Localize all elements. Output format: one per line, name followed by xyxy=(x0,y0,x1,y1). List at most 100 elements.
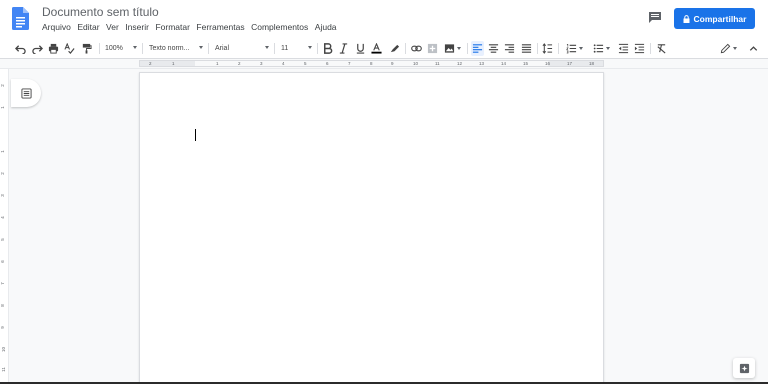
vruler-mark: 8 xyxy=(0,304,5,307)
insert-link-button[interactable] xyxy=(410,41,423,56)
toolbar-separator xyxy=(467,43,468,54)
font-value: Arial xyxy=(215,45,230,52)
chevron-up-icon xyxy=(749,46,758,51)
spellcheck-icon xyxy=(64,43,75,54)
share-button[interactable]: Compartilhar xyxy=(674,8,755,29)
menu-inserir[interactable]: Inserir xyxy=(125,22,149,32)
chevron-down-icon xyxy=(308,46,312,49)
explore-button[interactable] xyxy=(733,358,755,378)
menu-ferramentas[interactable]: Ferramentas xyxy=(196,22,244,32)
toolbar-separator xyxy=(558,43,559,54)
numbered-list-icon xyxy=(565,44,576,54)
document-outline-button[interactable] xyxy=(11,79,41,107)
toolbar-separator xyxy=(142,43,143,54)
highlight-color-button[interactable] xyxy=(388,41,400,56)
ruler-mark: 4 xyxy=(282,61,285,66)
decrease-indent-button[interactable] xyxy=(617,41,630,56)
font-size-select[interactable]: 11 xyxy=(281,41,312,56)
ruler-mark: 9 xyxy=(391,61,394,66)
text-color-button[interactable] xyxy=(370,41,383,56)
italic-button[interactable] xyxy=(337,41,349,56)
text-color-icon xyxy=(371,43,382,54)
undo-button[interactable] xyxy=(14,41,27,56)
bold-button[interactable] xyxy=(321,41,333,56)
ruler-mark: 2 xyxy=(238,61,241,66)
ruler-mark: 13 xyxy=(479,61,485,66)
toolbar-separator xyxy=(537,43,538,54)
add-comment-button[interactable] xyxy=(426,41,439,56)
print-button[interactable] xyxy=(47,41,60,56)
clear-formatting-button[interactable] xyxy=(655,41,668,56)
horizontal-ruler[interactable]: 2 1 1 2 3 4 5 6 7 8 9 10 11 12 13 14 15 … xyxy=(0,59,768,124)
vruler-mark: 10 xyxy=(1,346,7,353)
text-cursor xyxy=(195,129,196,141)
vruler-mark: 1 xyxy=(0,150,5,153)
comment-history-icon[interactable] xyxy=(648,11,662,23)
zoom-select[interactable]: 100% xyxy=(105,41,137,56)
vruler-mark: 7 xyxy=(0,282,5,285)
line-spacing-button[interactable] xyxy=(541,41,554,56)
ruler-mark: 1 xyxy=(172,61,175,66)
paint-format-button[interactable] xyxy=(80,41,93,56)
vertical-ruler[interactable]: 2 1 1 2 3 4 5 6 7 8 9 10 11 xyxy=(0,69,9,384)
menu-editar[interactable]: Editar xyxy=(77,22,99,32)
ruler-mark: 15 xyxy=(523,61,529,66)
redo-button[interactable] xyxy=(31,41,44,56)
ruler-mark: 2 xyxy=(149,61,152,66)
menu-ver[interactable]: Ver xyxy=(106,22,119,32)
justify-button[interactable] xyxy=(520,41,533,56)
line-spacing-icon xyxy=(542,43,553,54)
document-title[interactable]: Documento sem título xyxy=(42,5,159,19)
chevron-down-icon xyxy=(199,46,203,49)
menu-ajuda[interactable]: Ajuda xyxy=(315,22,337,32)
vruler-mark: 6 xyxy=(0,260,5,263)
outline-icon xyxy=(20,87,32,99)
vruler-mark: 3 xyxy=(0,194,5,197)
spellcheck-button[interactable] xyxy=(63,41,76,56)
link-icon xyxy=(411,45,422,52)
decrease-indent-icon xyxy=(618,43,629,54)
style-select[interactable]: Texto norm... xyxy=(149,41,203,56)
chevron-down-icon xyxy=(133,46,137,49)
vruler-mark: 2 xyxy=(0,84,5,87)
insert-image-button[interactable] xyxy=(442,41,462,56)
font-size-value: 11 xyxy=(281,45,289,52)
paint-format-icon xyxy=(82,43,92,54)
numbered-list-button[interactable] xyxy=(563,41,585,56)
underline-button[interactable] xyxy=(354,41,366,56)
docs-logo-icon[interactable] xyxy=(12,7,29,30)
increase-indent-icon xyxy=(634,43,645,54)
align-center-button[interactable] xyxy=(487,41,500,56)
document-page[interactable] xyxy=(139,72,604,384)
undo-icon xyxy=(15,45,26,54)
vruler-mark: 2 xyxy=(0,172,5,175)
editing-mode-button[interactable] xyxy=(717,41,739,56)
ruler-mark: 18 xyxy=(589,61,595,66)
increase-indent-button[interactable] xyxy=(633,41,646,56)
style-value: Texto norm... xyxy=(149,45,190,52)
print-icon xyxy=(48,43,59,54)
align-left-button[interactable] xyxy=(471,41,484,56)
underline-icon xyxy=(356,43,364,54)
ruler-scale: 2 1 1 2 3 4 5 6 7 8 9 10 11 12 13 14 15 … xyxy=(139,60,604,67)
share-label: Compartilhar xyxy=(693,13,747,24)
ruler-mark: 1 xyxy=(216,61,219,66)
font-select[interactable]: Arial xyxy=(215,41,269,56)
ruler-mark: 17 xyxy=(567,61,573,66)
redo-icon xyxy=(32,45,43,54)
chevron-down-icon xyxy=(265,46,269,49)
ruler-mark: 10 xyxy=(413,61,419,66)
menu-arquivo[interactable]: Arquivo xyxy=(42,22,71,32)
ruler-mark: 8 xyxy=(370,61,373,66)
toolbar: 100% Texto norm... Arial 11 xyxy=(0,38,768,59)
menu-complementos[interactable]: Complementos xyxy=(251,22,308,32)
toolbar-separator xyxy=(99,43,100,54)
menu-formatar[interactable]: Formatar xyxy=(155,22,189,32)
align-right-button[interactable] xyxy=(503,41,516,56)
pencil-icon xyxy=(720,43,730,54)
title-bar: Documento sem título Arquivo Editar Ver … xyxy=(0,0,768,38)
bulleted-list-button[interactable] xyxy=(590,41,612,56)
ruler-mark: 16 xyxy=(545,61,551,66)
chevron-down-icon xyxy=(578,47,583,50)
hide-menus-button[interactable] xyxy=(747,41,760,56)
